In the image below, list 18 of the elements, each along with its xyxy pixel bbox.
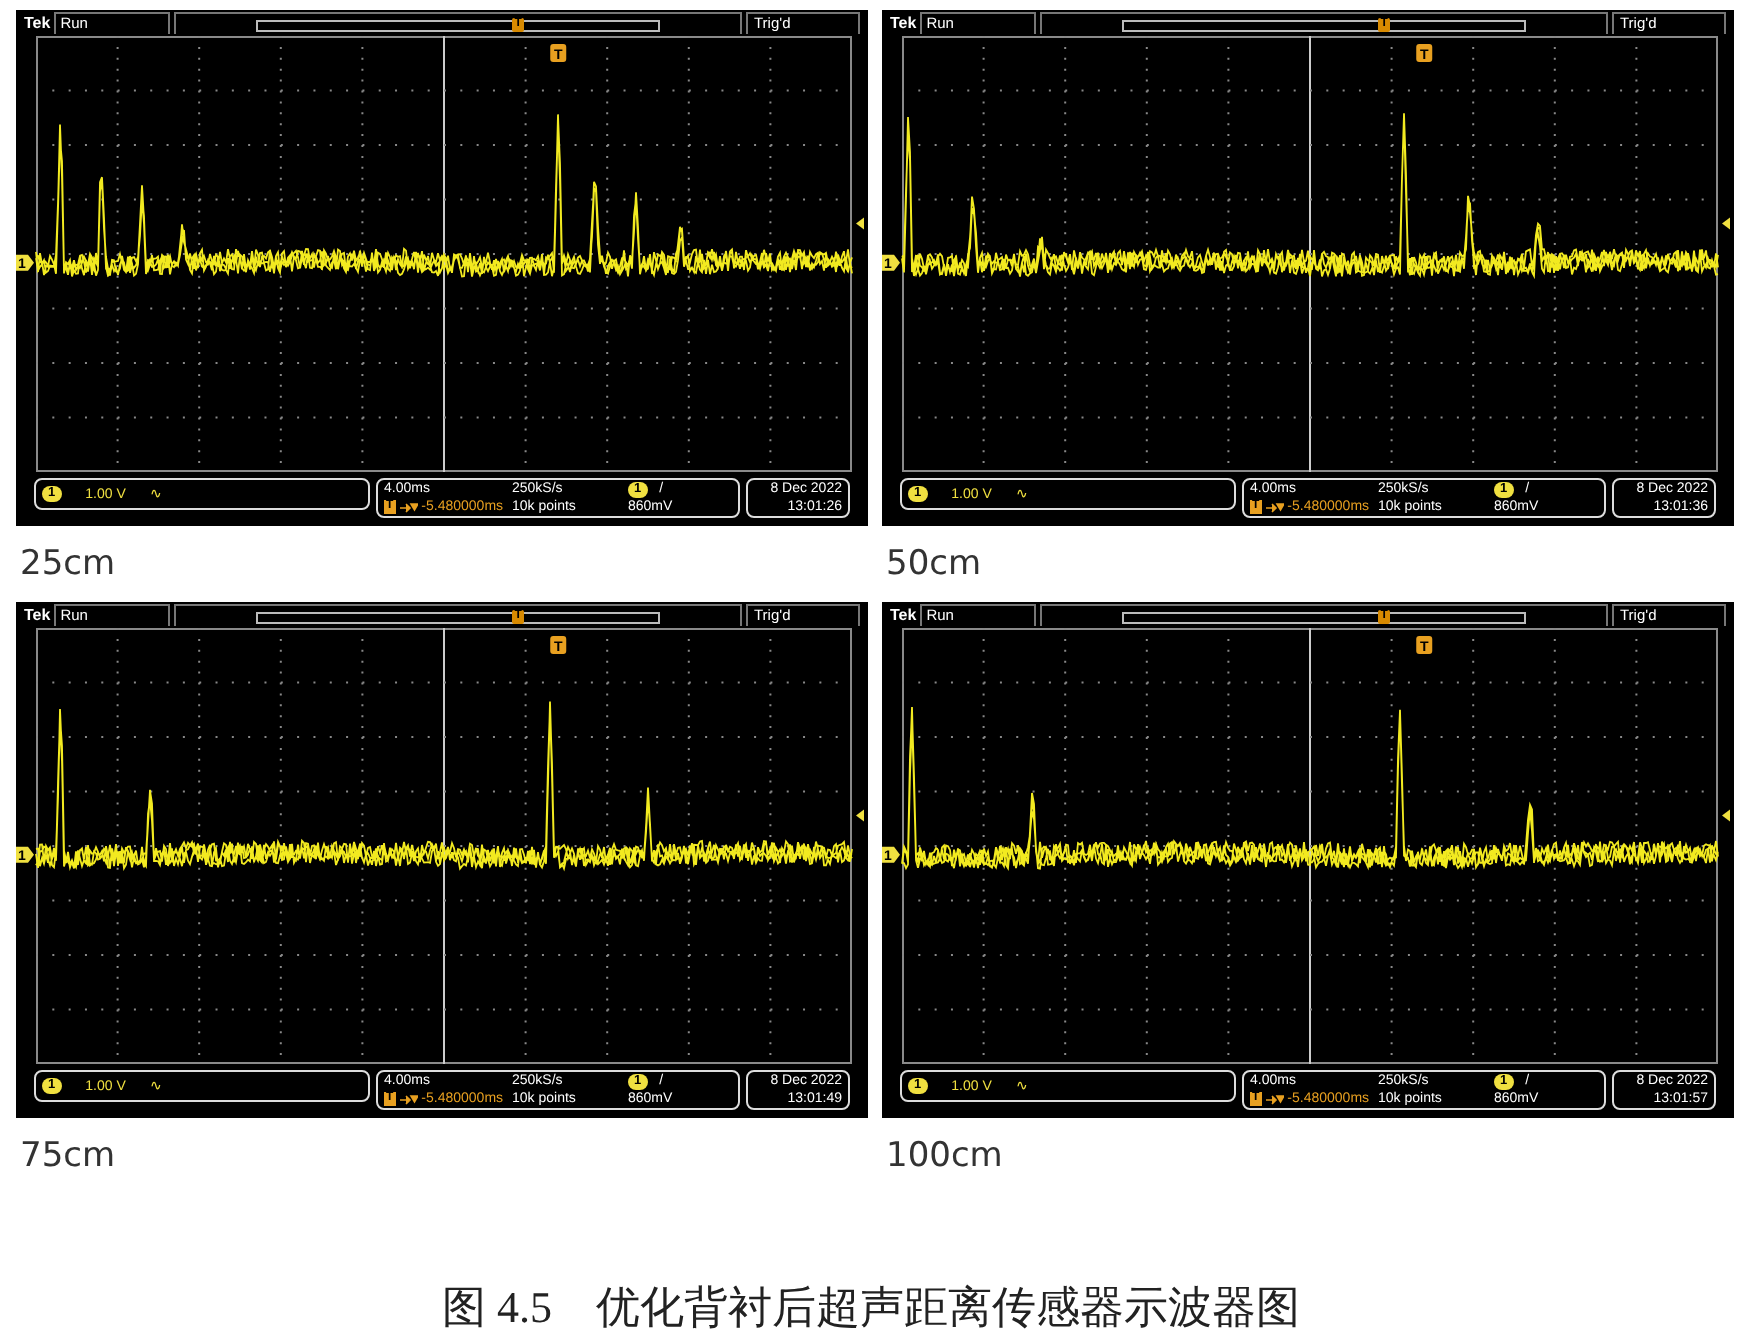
delay-arrow-icon: [399, 1093, 418, 1105]
trigger-level-icon: [856, 217, 864, 230]
brand-logo: Tek: [24, 12, 51, 34]
delay-arrow-icon: [1265, 501, 1284, 513]
brand-logo: Tek: [24, 604, 51, 626]
delay-arrow-icon: [399, 501, 418, 513]
trigger-level-icon: [1722, 809, 1730, 822]
panel-label: 100cm: [886, 1136, 1003, 1176]
panel-label: 25cm: [20, 544, 116, 584]
trigger-level-icon: [856, 809, 864, 822]
brand-logo: Tek: [890, 12, 917, 34]
figure-caption: 优化背衬后超声距离传感器示波器图: [596, 1280, 1300, 1332]
brand-logo: Tek: [890, 604, 917, 626]
trigger-level-icon: [1722, 217, 1730, 230]
panel-label: 50cm: [886, 544, 982, 584]
panel-label: 75cm: [20, 1136, 116, 1176]
delay-arrow-icon: [1265, 1093, 1284, 1105]
figure-number: 图 4.5: [442, 1280, 552, 1332]
